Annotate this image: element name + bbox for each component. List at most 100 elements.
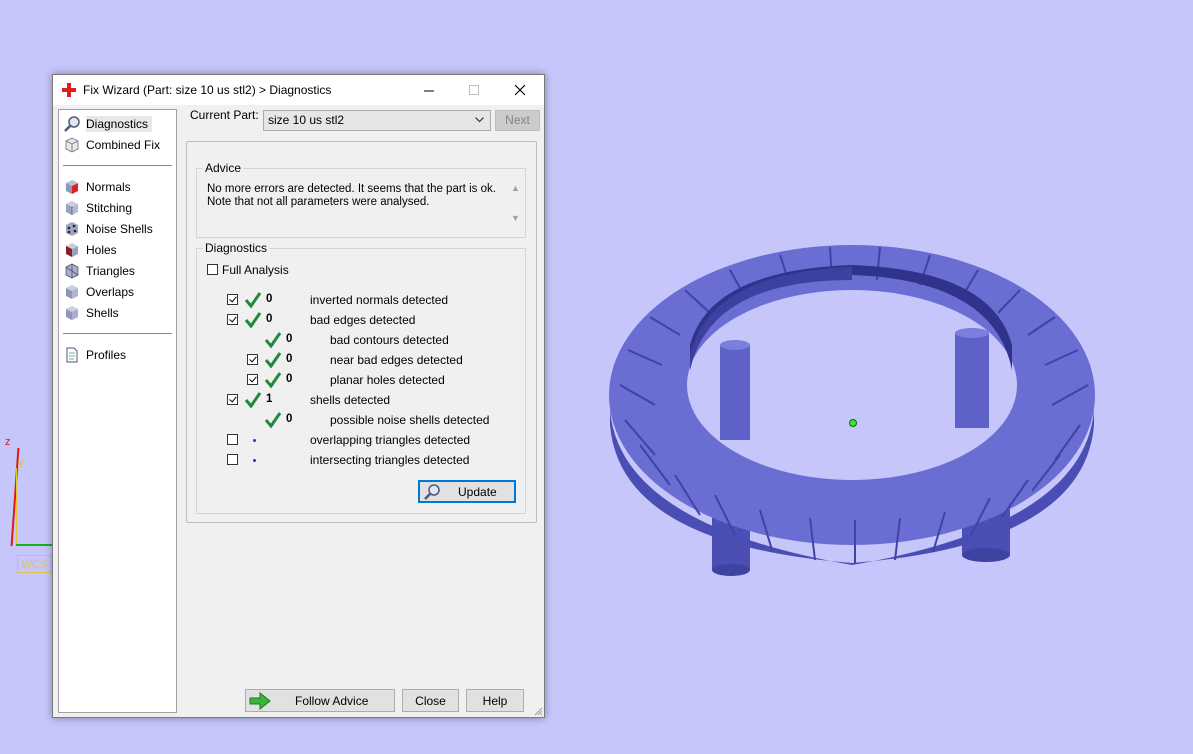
sidebar-divider [63, 165, 172, 166]
sidebar-item-diagnostics[interactable]: Diagnostics [63, 114, 153, 134]
wcs-label: WCS [17, 555, 52, 573]
gear-ring-model[interactable] [600, 225, 1110, 585]
sidebar-item-holes[interactable]: Holes [63, 240, 117, 260]
chevron-down-icon [475, 117, 484, 123]
red-cross-icon [62, 83, 76, 97]
cube-outline-icon [65, 137, 79, 153]
sidebar-item-label: Noise Shells [86, 222, 153, 236]
cube-triangles-icon [65, 263, 79, 279]
follow-advice-label: Follow Advice [295, 693, 369, 708]
advice-scrollbar[interactable]: ▲ ▼ [509, 181, 523, 229]
near-bad-edges-checkbox[interactable] [247, 354, 258, 365]
inverted-normals-checkbox[interactable] [227, 294, 238, 305]
green-check-icon [244, 312, 262, 329]
planar-holes-count: 0 [286, 373, 293, 385]
pending-dot-icon [253, 459, 256, 462]
sidebar-item-shells[interactable]: Shells [63, 303, 119, 323]
sidebar-item-combined-fix[interactable]: Combined Fix [63, 135, 160, 155]
diagnostics-title: Diagnostics [203, 241, 270, 255]
minimize-icon [424, 90, 434, 91]
bad-edges-label: bad edges detected [310, 313, 416, 327]
sidebar-item-profiles[interactable]: Profiles [63, 345, 126, 365]
magnifier-icon [64, 116, 80, 132]
bad-edges-count: 0 [266, 313, 273, 325]
model-origin-marker [849, 419, 857, 427]
bad-contours-label: bad contours detected [330, 333, 449, 347]
title-bar[interactable]: Fix Wizard (Part: size 10 us stl2) > Dia… [53, 75, 544, 105]
full-analysis-checkbox[interactable] [207, 264, 218, 275]
shells-count: 1 [266, 393, 273, 405]
cube-overlaps-icon [66, 285, 78, 299]
document-icon [66, 347, 78, 363]
green-check-icon [264, 412, 282, 429]
sidebar-item-label: Combined Fix [86, 138, 161, 152]
near-bad-edges-label: near bad edges detected [330, 353, 463, 367]
x-axis [16, 544, 54, 546]
current-part-select[interactable]: size 10 us stl2 [263, 110, 491, 131]
update-button[interactable]: Update [418, 480, 516, 503]
sidebar-item-label: Shells [86, 306, 119, 320]
cube-stitch-icon [66, 201, 78, 215]
sidebar-divider [63, 333, 172, 334]
help-button[interactable]: Help [466, 689, 524, 712]
current-part-label: Current Part: [190, 108, 259, 122]
sidebar-item-label: Holes [86, 243, 117, 257]
planar-holes-checkbox[interactable] [247, 374, 258, 385]
near-bad-edges-count: 0 [286, 353, 293, 365]
current-part-value: size 10 us stl2 [268, 113, 345, 127]
diagnostics-group: Diagnostics Full Analysis 0 inverted nor… [196, 241, 526, 514]
full-analysis-label: Full Analysis [222, 263, 289, 277]
advice-text: No more errors are detected. It seems th… [207, 183, 499, 231]
cube-shells-icon [66, 306, 78, 320]
cube-noise-icon [66, 222, 78, 236]
sidebar-item-label: Stitching [86, 201, 133, 215]
sidebar-item-label: Diagnostics [86, 116, 153, 132]
sidebar-item-label: Triangles [86, 264, 135, 278]
sidebar-item-label: Normals [86, 180, 131, 194]
intersecting-triangles-checkbox[interactable] [227, 454, 238, 465]
close-button[interactable]: Close [402, 689, 459, 712]
maximize-button[interactable] [452, 75, 497, 105]
bad-edges-checkbox[interactable] [227, 314, 238, 325]
update-label: Update [458, 484, 497, 499]
planar-holes-label: planar holes detected [330, 373, 445, 387]
sidebar-item-label: Overlaps [86, 285, 135, 299]
cube-holes-icon [66, 243, 78, 257]
magnifier-icon [424, 483, 440, 500]
shells-checkbox[interactable] [227, 394, 238, 405]
green-arrow-icon [249, 691, 271, 710]
noise-shells-label: possible noise shells detected [330, 413, 490, 427]
close-window-button[interactable] [497, 75, 542, 105]
resize-grip-icon[interactable] [533, 706, 543, 716]
noise-shells-count: 0 [286, 413, 293, 425]
bad-contours-count: 0 [286, 333, 293, 345]
sidebar-item-stitching[interactable]: Stitching [63, 198, 132, 218]
sidebar-item-noise-shells[interactable]: Noise Shells [63, 219, 153, 239]
advice-line-1: No more errors are detected. It seems th… [207, 183, 496, 195]
wizard-sidebar: Diagnostics Combined Fix Normals Stitchi… [58, 109, 177, 713]
sidebar-item-normals[interactable]: Normals [63, 177, 131, 197]
model-ring [609, 245, 1095, 565]
z-axis-label: z [5, 436, 11, 448]
green-check-icon [244, 292, 262, 309]
advice-line-2: Note that not all parameters were analys… [207, 196, 430, 208]
advice-group: Advice No more errors are detected. It s… [196, 161, 526, 238]
follow-advice-button[interactable]: Follow Advice [245, 689, 395, 712]
pending-dot-icon [253, 439, 256, 442]
intersecting-triangles-label: intersecting triangles detected [310, 453, 470, 467]
green-check-icon [264, 352, 282, 369]
overlapping-triangles-checkbox[interactable] [227, 434, 238, 445]
close-icon [514, 84, 525, 96]
inverted-normals-label: inverted normals detected [310, 293, 449, 307]
sidebar-item-overlaps[interactable]: Overlaps [63, 282, 134, 302]
sidebar-item-triangles[interactable]: Triangles [63, 261, 135, 281]
fix-wizard-dialog[interactable]: Fix Wizard (Part: size 10 us stl2) > Dia… [52, 74, 545, 718]
green-check-icon [264, 372, 282, 389]
cube-red-icon [66, 180, 78, 194]
minimize-button[interactable] [407, 75, 452, 105]
y-axis-label: y [18, 457, 24, 469]
next-button[interactable]: Next [495, 110, 540, 131]
green-check-icon [264, 332, 282, 349]
scroll-up-icon: ▲ [511, 183, 520, 193]
window-title: Fix Wizard (Part: size 10 us stl2) > Dia… [83, 83, 332, 97]
